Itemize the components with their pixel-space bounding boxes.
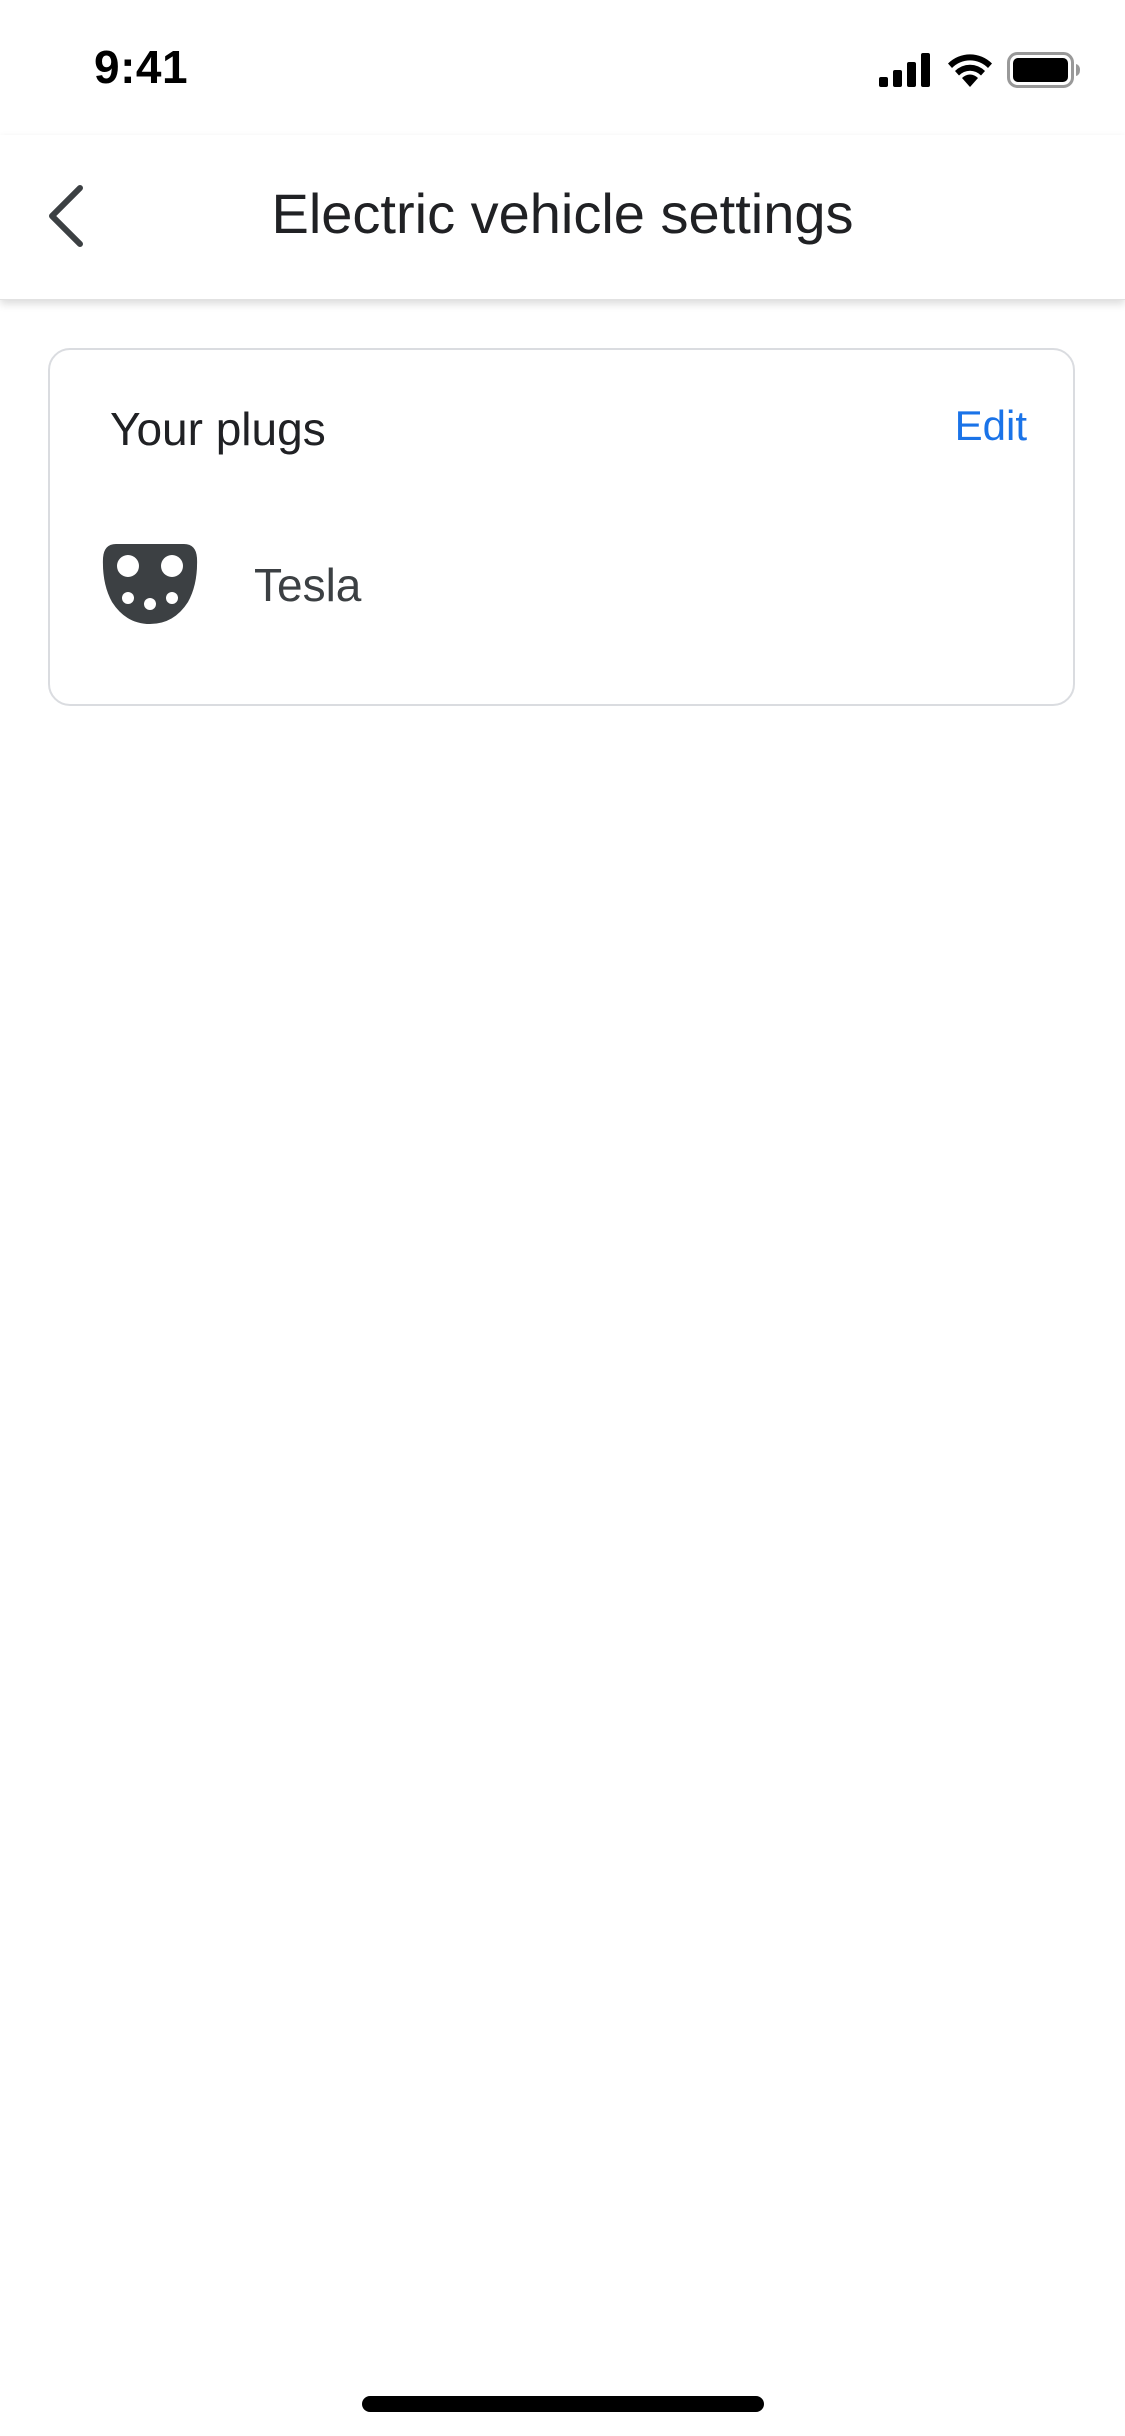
status-bar: 9:41 [0,0,1125,135]
wifi-icon [948,54,992,87]
page-title: Electric vehicle settings [271,182,854,245]
status-time: 9:41 [94,41,189,93]
tesla-connector-icon [102,544,198,624]
card-title: Your plugs [110,403,326,455]
plug-item[interactable]: Tesla [50,540,1073,680]
plug-label: Tesla [254,559,362,611]
battery-icon [1007,52,1080,88]
app-bar: Electric vehicle settings [0,135,1125,300]
status-icons [879,48,1081,92]
cellular-signal-icon [879,53,930,87]
edit-button[interactable]: Edit [955,402,1027,450]
plugs-card: Your plugs Edit Tesla [48,348,1075,706]
home-indicator[interactable] [362,2396,764,2412]
